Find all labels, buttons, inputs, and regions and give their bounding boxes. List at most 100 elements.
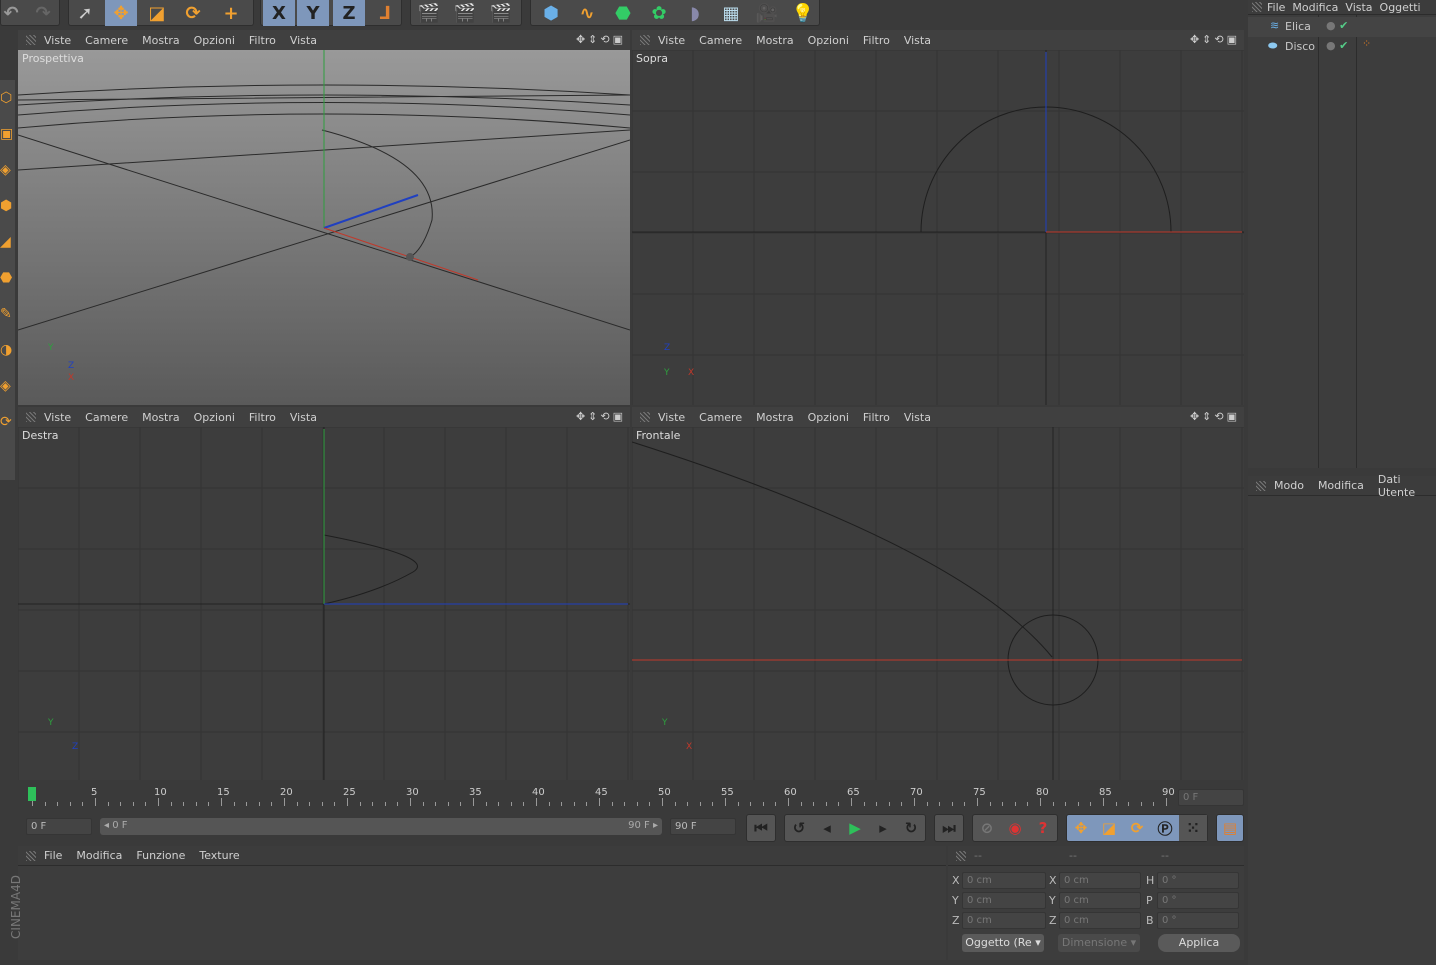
autokey-icon[interactable]: ◉ xyxy=(1001,815,1029,841)
tag-icon[interactable]: ⁘ xyxy=(1362,37,1371,50)
position-field[interactable]: 0 cm xyxy=(962,912,1046,929)
rotate-icon[interactable]: ⟳ xyxy=(177,0,209,26)
size-field[interactable]: 0 cm xyxy=(1059,892,1141,909)
x-axis-icon[interactable]: X xyxy=(263,0,295,26)
add-icon[interactable]: + xyxy=(215,0,247,26)
position-key-icon[interactable]: ✥ xyxy=(1067,815,1095,841)
menu-mostra[interactable]: Mostra xyxy=(142,34,180,47)
menu-funzione[interactable]: Funzione xyxy=(136,849,185,862)
menu-modo[interactable]: Modo xyxy=(1274,479,1304,492)
menu-texture[interactable]: Texture xyxy=(199,849,239,862)
menu-opzioni[interactable]: Opzioni xyxy=(808,34,849,47)
start-frame-field[interactable]: 0 F xyxy=(26,818,92,835)
go-to-start-icon[interactable]: ⏮ xyxy=(747,815,775,841)
position-field[interactable]: 0 cm xyxy=(962,872,1046,889)
menu-filtro[interactable]: Filtro xyxy=(249,34,276,47)
visibility-dot[interactable]: ● ✔ xyxy=(1326,39,1348,52)
menu-file[interactable]: File xyxy=(44,849,62,862)
viewport-top[interactable]: Viste Camere Mostra Opzioni Filtro Vista ✥⇕⟲▣… xyxy=(632,30,1244,405)
menu-opzioni[interactable]: Opzioni xyxy=(194,411,235,424)
render-settings-icon[interactable]: 🎬 xyxy=(485,0,517,26)
rotation-field[interactable]: 0 ° xyxy=(1157,892,1239,909)
array-icon[interactable]: ✿ xyxy=(643,0,675,26)
object-name[interactable]: Elica xyxy=(1285,20,1311,33)
rotation-field[interactable]: 0 ° xyxy=(1157,912,1239,929)
light-icon[interactable]: 💡 xyxy=(787,0,819,26)
viewport-nav-controls[interactable]: ✥⇕⟲▣ xyxy=(1190,33,1240,46)
go-to-end-icon[interactable]: ⏭ xyxy=(935,815,963,841)
deformer-icon[interactable]: ◗ xyxy=(679,0,711,26)
point-level-icon[interactable]: ⁙ xyxy=(1179,815,1207,841)
render-picture-viewer-icon[interactable]: 🎬 xyxy=(449,0,481,26)
menu-camere[interactable]: Camere xyxy=(699,411,742,424)
playhead[interactable] xyxy=(28,787,36,801)
z-axis-icon[interactable]: Z xyxy=(333,0,365,26)
menu-viste[interactable]: Viste xyxy=(44,34,71,47)
size-mode-dropdown[interactable]: Dimensione ▾ xyxy=(1058,934,1140,952)
nurbs-icon[interactable]: ⬣ xyxy=(607,0,639,26)
end-frame-field[interactable]: 90 F xyxy=(670,818,736,835)
range-slider[interactable]: ◂ 0 F 90 F ▸ xyxy=(100,818,662,835)
viewport-right[interactable]: Viste Camere Mostra Opzioni Filtro Vista ✥⇕⟲▣… xyxy=(18,407,630,780)
next-key-icon[interactable]: ↻ xyxy=(897,815,925,841)
menu-viste[interactable]: Viste xyxy=(658,34,685,47)
object-row-elica[interactable]: ≋ Elica ● ✔ xyxy=(1248,17,1436,37)
menu-opzioni[interactable]: Opzioni xyxy=(194,34,235,47)
parameter-key-icon[interactable]: Ⓟ xyxy=(1151,815,1179,841)
menu-file[interactable]: File xyxy=(1267,1,1285,14)
next-frame-icon[interactable]: ▸ xyxy=(869,815,897,841)
menu-viste[interactable]: Viste xyxy=(658,411,685,424)
menu-camere[interactable]: Camere xyxy=(699,34,742,47)
menu-modifica[interactable]: Modifica xyxy=(1318,479,1364,492)
menu-dati-utente[interactable]: Dati Utente xyxy=(1378,473,1422,499)
keyframe-selection-icon[interactable]: ? xyxy=(1029,815,1057,841)
coordinate-mode-dropdown[interactable]: Oggetto (Re ▾ xyxy=(962,934,1044,952)
timeline-ruler[interactable]: 051015202530354045505560657075808590 xyxy=(18,784,1175,810)
menu-mostra[interactable]: Mostra xyxy=(756,411,794,424)
menu-oggetti[interactable]: Oggetti xyxy=(1380,1,1421,14)
menu-camere[interactable]: Camere xyxy=(85,34,128,47)
object-row-disco[interactable]: ⬬ Disco ● ✔ ⁘ xyxy=(1248,37,1436,57)
rotation-field[interactable]: 0 ° xyxy=(1157,872,1239,889)
move-icon[interactable]: ✥ xyxy=(105,0,137,26)
apply-button[interactable]: Applica xyxy=(1158,934,1240,952)
size-field[interactable]: 0 cm xyxy=(1059,912,1141,929)
size-field[interactable]: 0 cm xyxy=(1059,872,1141,889)
render-view-icon[interactable]: 🎬 xyxy=(413,0,445,26)
play-icon[interactable]: ▶ xyxy=(841,815,869,841)
viewport-nav-controls[interactable]: ✥⇕⟲▣ xyxy=(1190,410,1240,423)
menu-opzioni[interactable]: Opzioni xyxy=(808,411,849,424)
menu-vista[interactable]: Vista xyxy=(290,411,317,424)
menu-viste[interactable]: Viste xyxy=(44,411,71,424)
menu-filtro[interactable]: Filtro xyxy=(249,411,276,424)
y-axis-icon[interactable]: Y xyxy=(297,0,329,26)
menu-modifica[interactable]: Modifica xyxy=(1292,1,1338,14)
rotation-key-icon[interactable]: ⟳ xyxy=(1123,815,1151,841)
spline-icon[interactable]: ∿ xyxy=(571,0,603,26)
menu-vista[interactable]: Vista xyxy=(904,411,931,424)
scale-icon[interactable]: ◪ xyxy=(141,0,173,26)
film-icon[interactable]: ▤ xyxy=(1217,815,1243,841)
viewport-nav-controls[interactable]: ✥⇕⟲▣ xyxy=(576,410,626,423)
menu-vista[interactable]: Vista xyxy=(904,34,931,47)
mode-icons[interactable]: ⬡ ▣ ◈ ⬢ ◢ ⬣ ✎ ◑ ◈ ⟳ xyxy=(0,80,15,440)
menu-filtro[interactable]: Filtro xyxy=(863,411,890,424)
scale-key-icon[interactable]: ◪ xyxy=(1095,815,1123,841)
visibility-dot[interactable]: ● ✔ xyxy=(1326,19,1348,32)
select-icon[interactable]: ➚ xyxy=(69,0,101,26)
menu-modifica[interactable]: Modifica xyxy=(76,849,122,862)
viewport-front[interactable]: Viste Camere Mostra Opzioni Filtro Vista ✥⇕⟲▣… xyxy=(632,407,1244,780)
menu-filtro[interactable]: Filtro xyxy=(863,34,890,47)
menu-vista[interactable]: Vista xyxy=(1345,1,1372,14)
current-frame-field[interactable]: 0 F xyxy=(1178,789,1244,806)
previous-key-icon[interactable]: ↺ xyxy=(785,815,813,841)
menu-camere[interactable]: Camere xyxy=(85,411,128,424)
menu-mostra[interactable]: Mostra xyxy=(756,34,794,47)
camera-icon[interactable]: 🎥 xyxy=(751,0,783,26)
previous-frame-icon[interactable]: ◂ xyxy=(813,815,841,841)
undo-icon[interactable]: ↶ xyxy=(0,0,27,26)
viewport-perspective[interactable]: Viste Camere Mostra Opzioni Filtro Vista ✥⇕⟲▣… xyxy=(18,30,630,405)
coordinate-system-icon[interactable]: ⅃ xyxy=(369,0,401,26)
menu-vista[interactable]: Vista xyxy=(290,34,317,47)
menu-mostra[interactable]: Mostra xyxy=(142,411,180,424)
